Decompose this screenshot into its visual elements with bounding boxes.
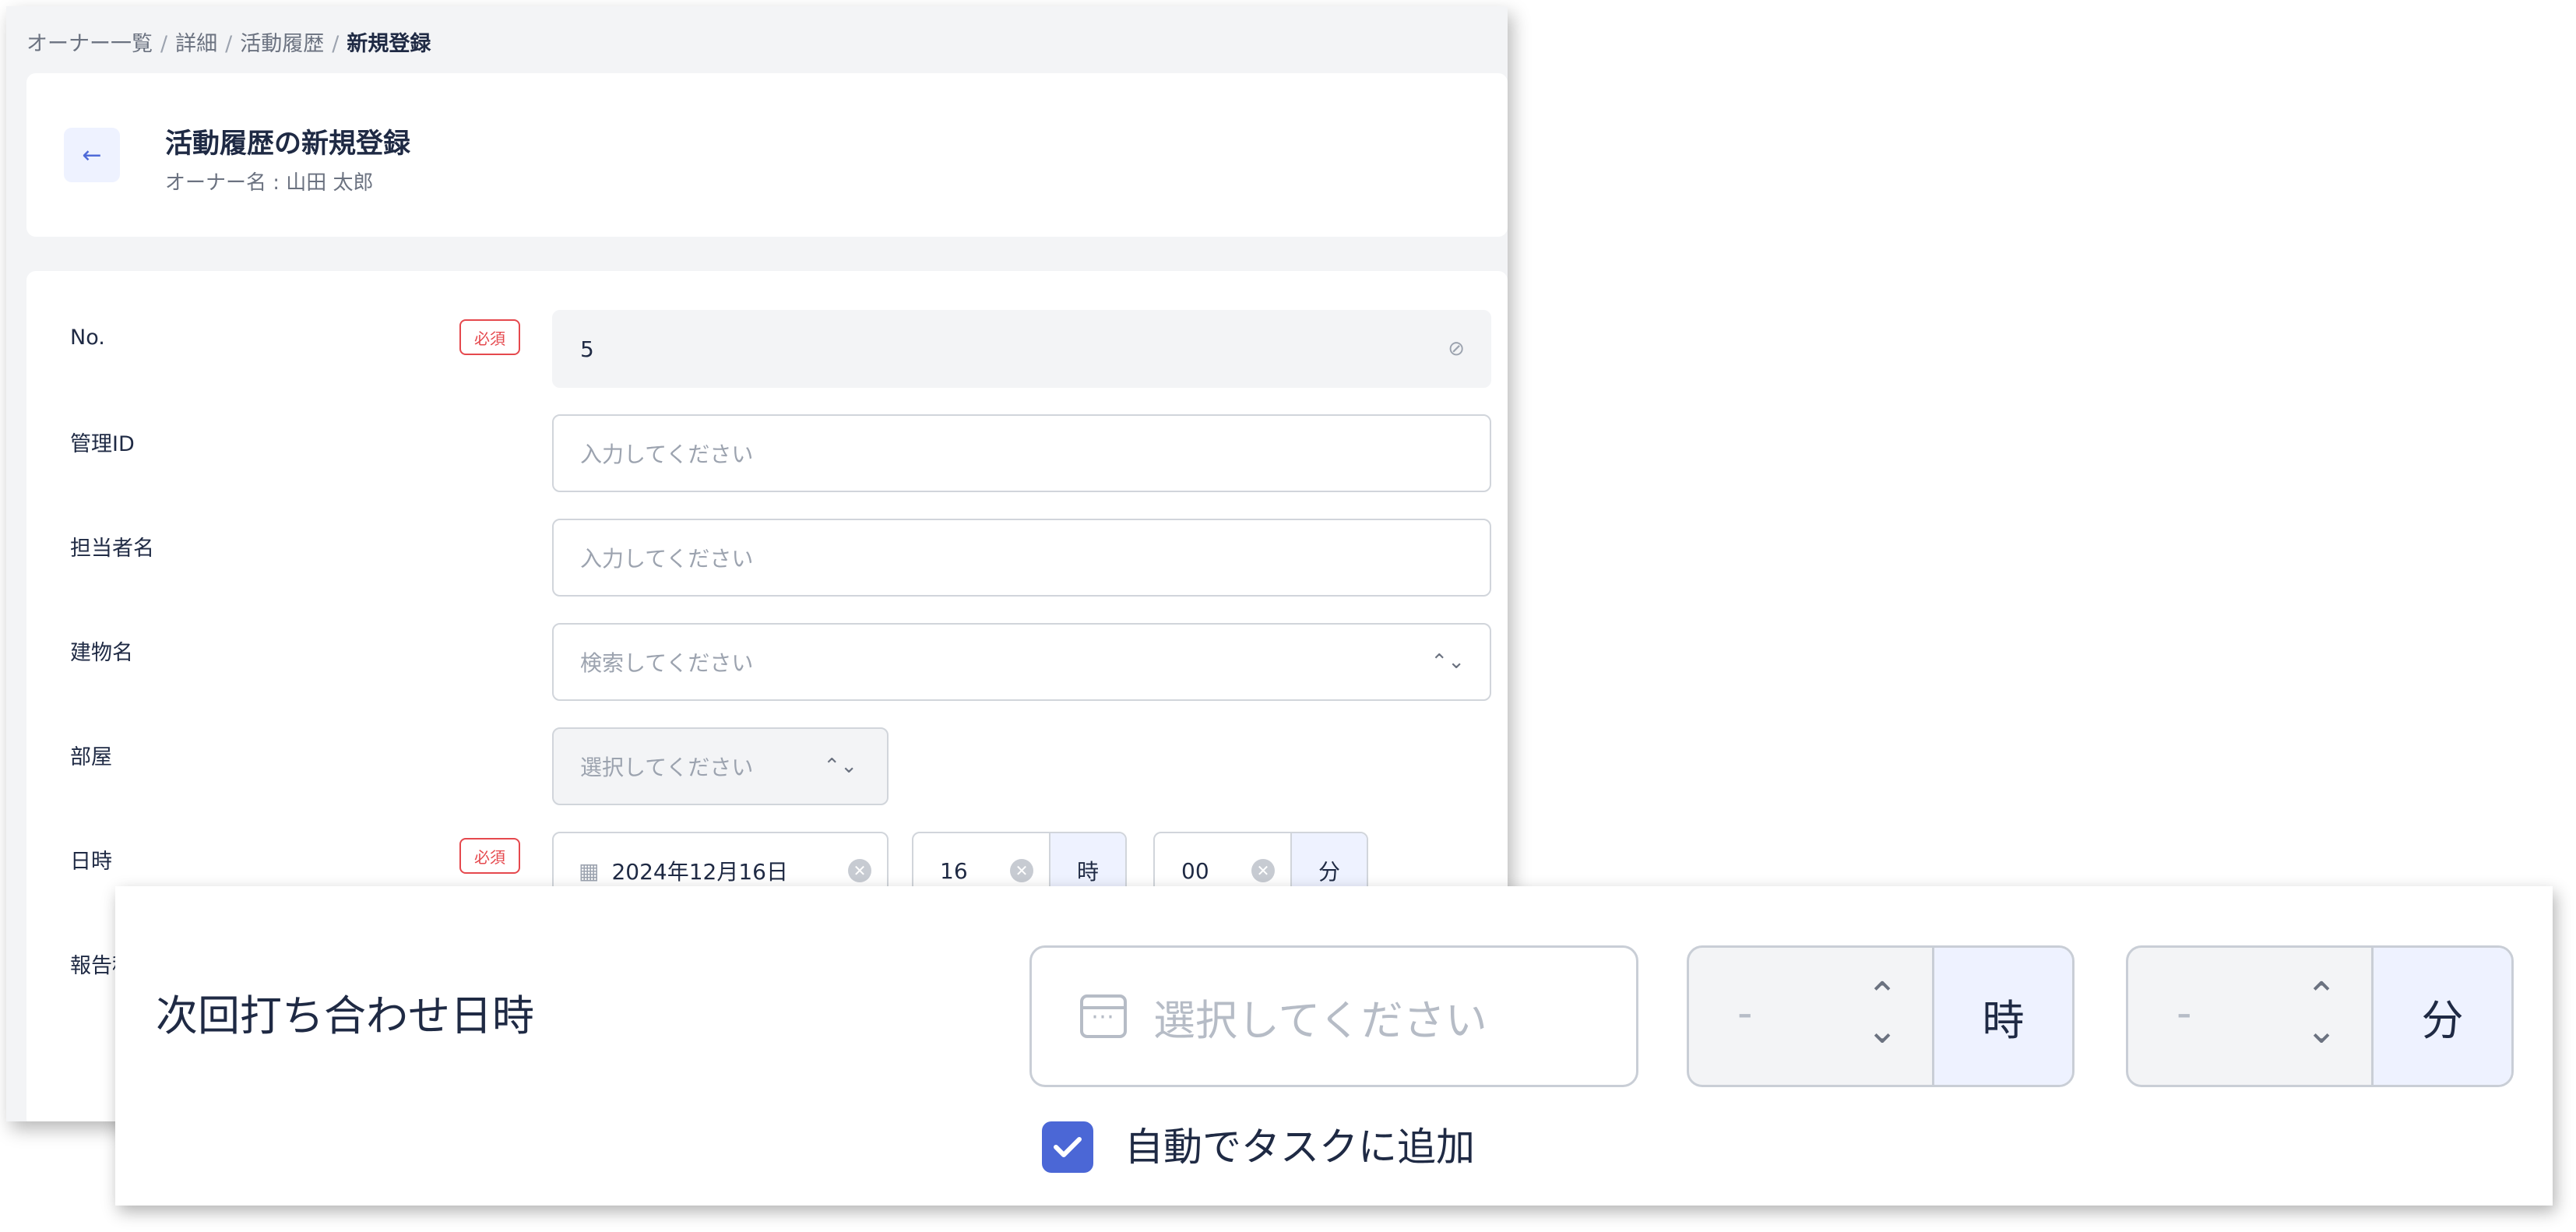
back-button[interactable]: ← [64,128,120,182]
next-meeting-date-placeholder: 選択してください [1153,995,1487,1045]
next-meeting-minute-select[interactable]: - ⌃ ⌄ 分 [2126,945,2514,1087]
auto-task-checkbox[interactable] [1042,1121,1093,1173]
disabled-icon: ⊘ [1448,337,1465,361]
breadcrumb: オーナー一覧 / 詳細 / 活動履歴 / 新規登録 [26,26,431,57]
breadcrumb-separator: / [160,32,168,56]
datetime-date-value: 2024年12月16日 [611,859,788,885]
building-search-select[interactable]: 検索してください ⌃⌄ [552,623,1491,701]
staff-name-input[interactable]: 入力してください [552,519,1491,597]
minute-unit-label: 分 [2371,948,2511,1085]
breadcrumb-detail[interactable]: 詳細 [175,32,217,56]
calendar-icon: ▦ [579,857,600,884]
hour-unit-label: 時 [1932,948,2072,1085]
staff-name-placeholder: 入力してください [580,546,754,572]
page-subtitle: オーナー名 : 山田 太郎 [165,171,374,195]
next-meeting-hour-select[interactable]: - ⌃ ⌄ 時 [1687,945,2075,1087]
clear-icon[interactable]: ✕ [1010,859,1033,882]
field-label-building: 建物名 [70,641,133,665]
required-badge: 必須 [459,838,520,874]
datetime-minute-value: 00 [1181,857,1209,884]
manage-id-input[interactable]: 入力してください [552,414,1491,492]
clear-icon[interactable]: ✕ [1251,859,1275,882]
field-label-room: 部屋 [70,745,112,769]
room-select[interactable]: 選択してください ⌃⌄ [552,727,889,805]
no-field: 5 ⊘ [552,310,1491,388]
arrow-left-icon: ← [82,141,102,169]
field-label-datetime: 日時 [70,850,112,874]
building-placeholder: 検索してください [580,650,754,676]
chevron-updown-icon: ⌃⌄ [1431,650,1465,674]
field-label-contact: 連絡 [70,1117,112,1121]
manage-id-placeholder: 入力してください [580,442,754,467]
required-badge: 必須 [459,319,520,355]
hour-value: - [1737,988,1753,1037]
chevron-updown-icon: ⌃⌄ [1867,974,1899,1052]
datetime-hour-value: 16 [940,857,968,884]
breadcrumb-owner-list[interactable]: オーナー一覧 [26,32,153,56]
auto-task-label[interactable]: 自動でタスクに追加 [1124,1121,1475,1173]
clear-icon[interactable]: ✕ [848,859,871,882]
field-label-manage-id: 管理ID [70,432,135,456]
next-meeting-label: 次回打ち合わせ日時 [156,991,534,1040]
calendar-icon [1080,994,1127,1038]
next-meeting-date-input[interactable]: 選択してください [1029,945,1638,1087]
room-placeholder: 選択してください [580,755,754,780]
breadcrumb-current: 新規登録 [347,32,431,56]
page-header-card: ← 活動履歴の新規登録 オーナー名 : 山田 太郎 [26,73,1508,237]
breadcrumb-activity-history[interactable]: 活動履歴 [240,32,324,56]
field-label-staff-name: 担当者名 [70,537,154,561]
no-value: 5 [580,336,594,362]
chevron-updown-icon: ⌃⌄ [823,755,857,778]
field-label-no: No. [70,326,105,350]
minute-value: - [2177,988,2192,1037]
checkmark-icon [1054,1137,1082,1157]
next-meeting-zoom-panel: 次回打ち合わせ日時 選択してください - ⌃⌄ 時 - ⌃⌄ 分 自動でタスクに… [115,886,2553,1206]
chevron-updown-icon: ⌃⌄ [2306,974,2338,1052]
breadcrumb-separator: / [332,32,340,56]
page-title: 活動履歴の新規登録 [165,128,411,160]
breadcrumb-separator: / [225,32,233,56]
